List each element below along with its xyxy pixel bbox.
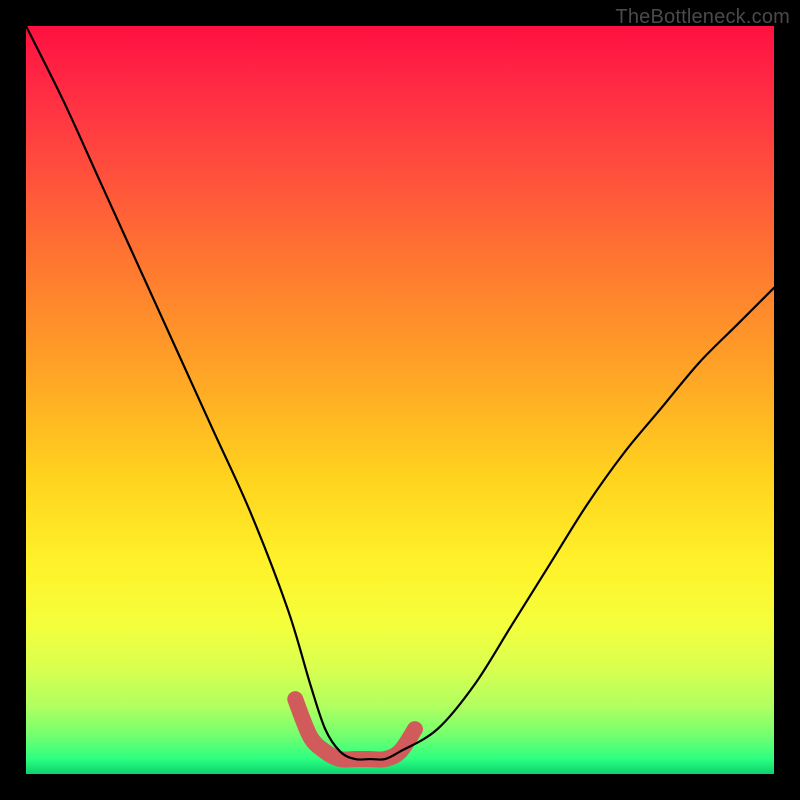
bottleneck-curve	[26, 26, 774, 760]
optimal-zone-highlight	[295, 699, 415, 759]
chart-svg	[26, 26, 774, 774]
plot-area	[26, 26, 774, 774]
chart-frame: TheBottleneck.com	[0, 0, 800, 800]
